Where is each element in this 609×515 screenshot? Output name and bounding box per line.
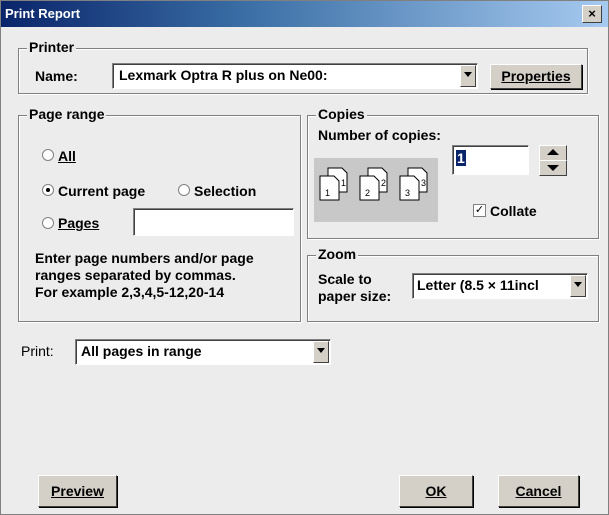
selection-label[interactable]: Selection bbox=[194, 183, 256, 199]
collate-label[interactable]: Collate bbox=[490, 203, 537, 219]
scale-to-paper-size-label: Scale to paper size: bbox=[318, 271, 392, 304]
all-radio[interactable] bbox=[42, 149, 54, 161]
collate-illustration: 1 1 2 2 3 3 bbox=[314, 158, 438, 222]
close-button[interactable]: × bbox=[582, 5, 602, 23]
ok-button[interactable]: OK bbox=[399, 475, 473, 507]
scale-dropdown[interactable]: Letter (8.5 × 11incl bbox=[412, 273, 588, 299]
printer-name-value: Lexmark Optra R plus on Ne00: bbox=[119, 67, 328, 83]
cancel-button[interactable]: Cancel bbox=[498, 475, 579, 507]
page-number-label: 1 bbox=[341, 178, 346, 188]
chevron-down-icon[interactable] bbox=[460, 65, 476, 87]
title-bar[interactable]: Print Report × bbox=[1, 1, 608, 27]
chevron-down-icon[interactable] bbox=[570, 275, 586, 297]
collate-checkbox[interactable]: ✓ bbox=[473, 204, 486, 217]
printer-group-label: Printer bbox=[27, 39, 77, 55]
current-page-radio[interactable] bbox=[42, 184, 54, 196]
copies-input[interactable]: 1 bbox=[452, 145, 529, 175]
printer-name-label: Name: bbox=[35, 68, 78, 84]
page-number-label: 3 bbox=[421, 178, 426, 188]
chevron-down-icon[interactable] bbox=[313, 341, 329, 363]
pages-label[interactable]: Pages bbox=[58, 215, 99, 231]
copies-group-label: Copies bbox=[316, 106, 367, 122]
collated-pages-icon: 1 1 2 2 3 3 bbox=[319, 167, 428, 201]
all-label[interactable]: All bbox=[58, 148, 76, 164]
preview-button[interactable]: Preview bbox=[38, 475, 117, 507]
scale-value: Letter (8.5 × 11incl bbox=[417, 277, 539, 293]
print-label: Print: bbox=[21, 343, 54, 359]
current-page-label[interactable]: Current page bbox=[58, 183, 145, 199]
copies-value: 1 bbox=[456, 150, 466, 166]
page-range-group-label: Page range bbox=[27, 106, 107, 122]
page-number-label: 1 bbox=[325, 188, 330, 198]
printer-name-dropdown[interactable]: Lexmark Optra R plus on Ne00: bbox=[112, 63, 478, 89]
copies-decrement-button[interactable] bbox=[539, 160, 567, 176]
print-report-dialog: Print Report × Printer Name: Lexmark Opt… bbox=[0, 0, 609, 515]
page-range-hint: Enter page numbers and/or page ranges se… bbox=[35, 250, 254, 300]
pages-input[interactable] bbox=[133, 208, 294, 236]
page-number-label: 2 bbox=[381, 178, 386, 188]
number-of-copies-label: Number of copies: bbox=[318, 127, 441, 143]
properties-button[interactable]: Properties bbox=[490, 64, 582, 89]
print-dropdown[interactable]: All pages in range bbox=[75, 339, 331, 365]
selection-radio[interactable] bbox=[178, 184, 190, 196]
zoom-group-label: Zoom bbox=[316, 246, 359, 262]
page-number-label: 2 bbox=[365, 188, 370, 198]
page-number-label: 3 bbox=[405, 188, 410, 198]
pages-radio[interactable] bbox=[42, 217, 54, 229]
copies-increment-button[interactable] bbox=[539, 145, 567, 161]
print-value: All pages in range bbox=[81, 343, 202, 359]
window-title: Print Report bbox=[5, 6, 81, 21]
